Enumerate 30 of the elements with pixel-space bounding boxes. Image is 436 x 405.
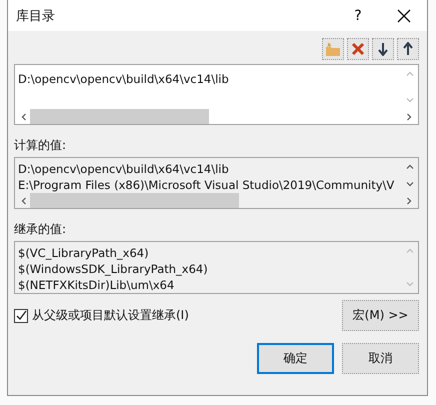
section-label: 继承的值: — [14, 221, 68, 238]
delete-button[interactable] — [347, 38, 369, 60]
chevron-right-icon[interactable] — [407, 196, 412, 204]
chevron-right-icon[interactable] — [407, 112, 412, 120]
arrow-up-icon — [403, 42, 413, 56]
delete-icon — [351, 42, 365, 56]
chevron-up-icon[interactable] — [406, 164, 414, 169]
cancel-button[interactable]: 取消 — [342, 343, 419, 374]
section-label: 计算的值: — [14, 137, 68, 154]
arrow-down-icon — [378, 42, 388, 56]
list-item: $(VC_LibraryPath_x64) — [18, 245, 150, 261]
chevron-down-icon[interactable] — [406, 182, 414, 187]
checkbox-label: 从父级或项目默认设置继承(I) — [32, 307, 189, 324]
ok-button[interactable]: 确定 — [257, 343, 334, 374]
move-down-button[interactable] — [372, 38, 394, 60]
chevron-left-icon[interactable] — [21, 196, 26, 204]
list-item: E:\Program Files (x86)\Microsoft Visual Studio\2019\Community\V — [18, 177, 396, 193]
macro-button[interactable]: 宏(M) >> — [342, 300, 419, 331]
list-item: D:\opencv\opencv\build\x64\vc14\lib — [18, 161, 230, 177]
folder-icon — [325, 41, 341, 57]
move-up-button[interactable] — [397, 38, 419, 60]
chevron-left-icon[interactable] — [21, 112, 26, 120]
help-button[interactable]: ? — [335, 0, 381, 31]
list-item: $(WindowsSDK_LibraryPath_x64) — [18, 261, 209, 277]
directory-list[interactable]: D:\opencv\opencv\build\x64\vc14\lib — [14, 64, 419, 125]
list-item: $(NETFXKitsDir)Lib\um\x64 — [18, 277, 176, 293]
window-title: 库目录 — [16, 8, 56, 24]
list-item[interactable]: D:\opencv\opencv\build\x64\vc14\lib — [18, 71, 401, 87]
close-icon — [397, 8, 411, 22]
checkbox[interactable] — [14, 308, 28, 322]
